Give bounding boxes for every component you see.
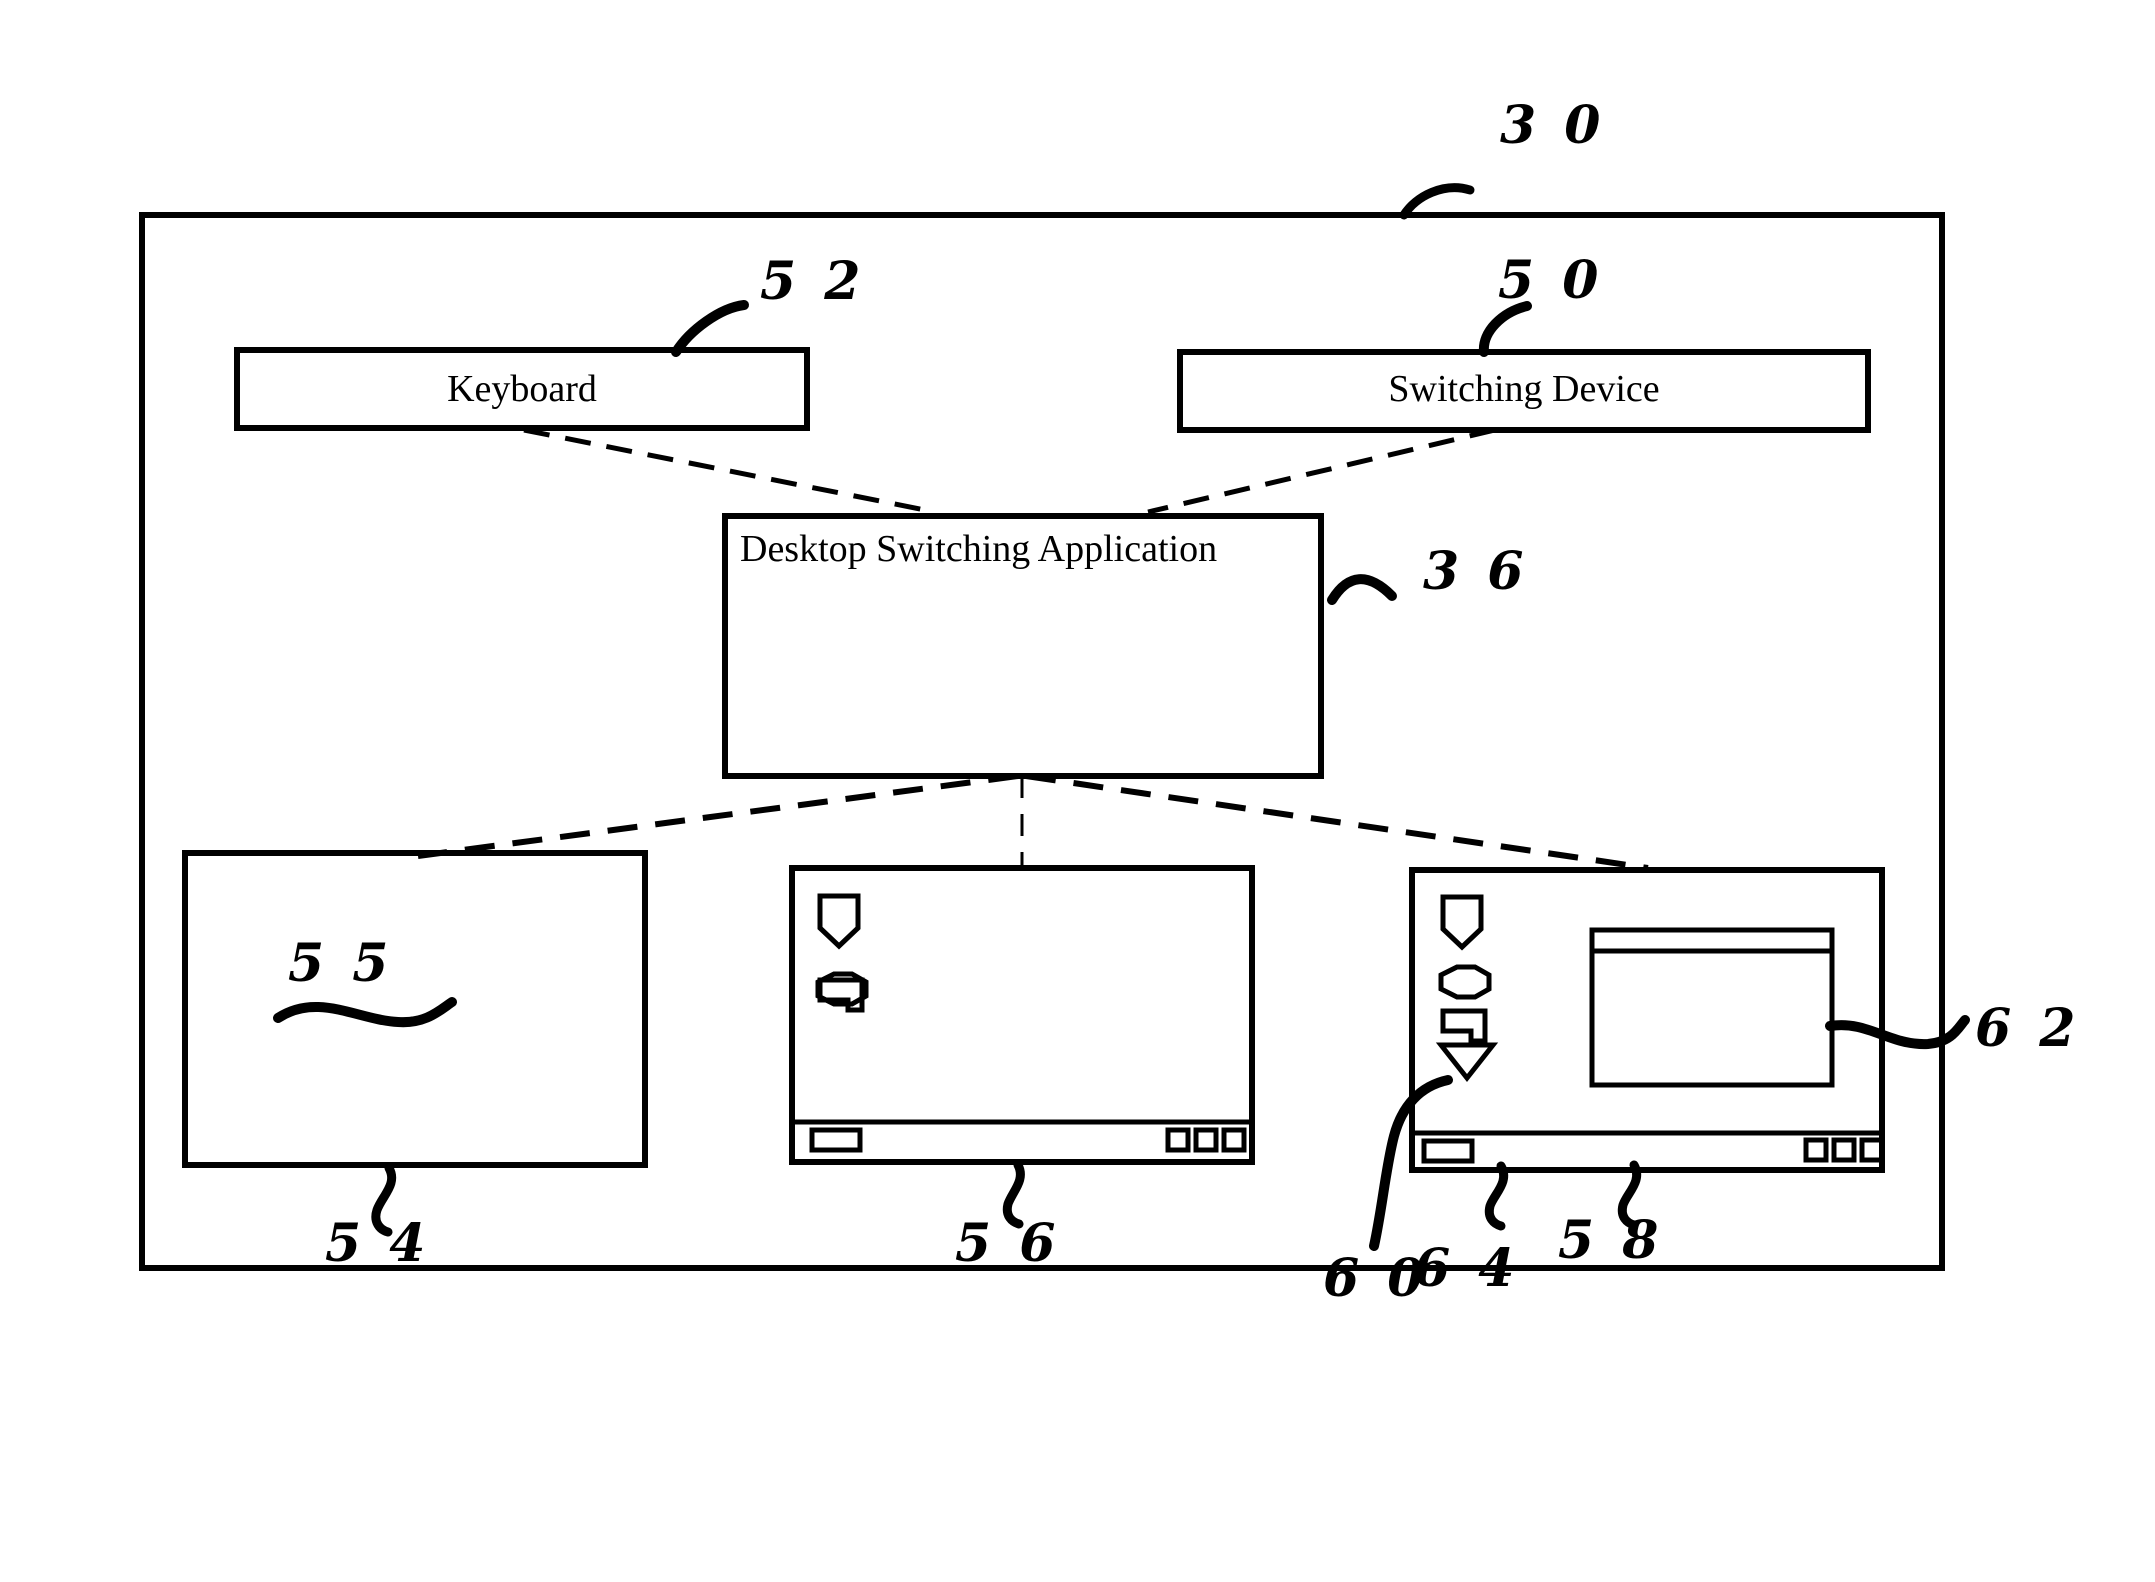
reference-numeral-54: 5 4 [325, 1213, 431, 1274]
dash-keyboard-to-dsa [523, 427, 936, 515]
dash-dsa-to-right-desktop [1025, 773, 1649, 871]
reference-numeral-56: 5 6 [955, 1213, 1061, 1274]
middle-desktop-rect [789, 865, 1255, 1165]
left-desktop-rect [182, 850, 648, 1168]
figure-linework [139, 183, 1970, 1271]
desktop-switching-application-box-label: Desktop Switching Application [740, 528, 1218, 570]
middle-taskbar-start-button [809, 1127, 863, 1153]
hexagon-icon-right [1438, 964, 1492, 1000]
squiggle-55 [273, 997, 457, 1028]
patent-figure: Keyboard Switching Device Desktop Switch… [0, 0, 2155, 1582]
keyboard-box-label: Keyboard [447, 368, 597, 410]
middle-taskbar-tray-2 [1193, 1127, 1219, 1153]
leader-30 [1399, 183, 1475, 220]
shield-icon-middle [817, 893, 861, 950]
reference-numeral-55: 5 5 [288, 933, 394, 994]
right-taskbar-tray-2 [1831, 1137, 1857, 1163]
reference-numeral-58: 5 8 [1558, 1210, 1664, 1271]
note-icon-right [1440, 1008, 1488, 1044]
shield-icon-right [1440, 894, 1484, 951]
leader-50 [1478, 301, 1532, 357]
reference-numeral-64: 6 4 [1414, 1238, 1520, 1299]
reference-numeral-52: 5 2 [760, 251, 866, 312]
leader-52 [671, 300, 749, 357]
middle-taskbar-tray-3 [1221, 1127, 1247, 1153]
leader-36 [1327, 574, 1397, 605]
dash-switchdevice-to-dsa [1147, 427, 1496, 515]
switching-device-box-label: Switching Device [1388, 368, 1660, 410]
right-taskbar-start-button [1421, 1138, 1475, 1164]
right-taskbar-tray-1 [1803, 1137, 1829, 1163]
reference-numeral-60: 6 0 [1323, 1248, 1429, 1309]
leader-64 [1484, 1161, 1509, 1231]
reference-numeral-50: 5 0 [1498, 250, 1604, 311]
middle-taskbar-tray-1 [1165, 1127, 1191, 1153]
reference-numeral-36: 3 6 [1423, 541, 1529, 602]
reference-numeral-62: 6 2 [1975, 998, 2081, 1059]
dash-dsa-to-left-desktop [417, 773, 1019, 859]
reference-numeral-30: 3 0 [1500, 95, 1606, 156]
triangle-down-icon-right [1435, 1042, 1499, 1083]
